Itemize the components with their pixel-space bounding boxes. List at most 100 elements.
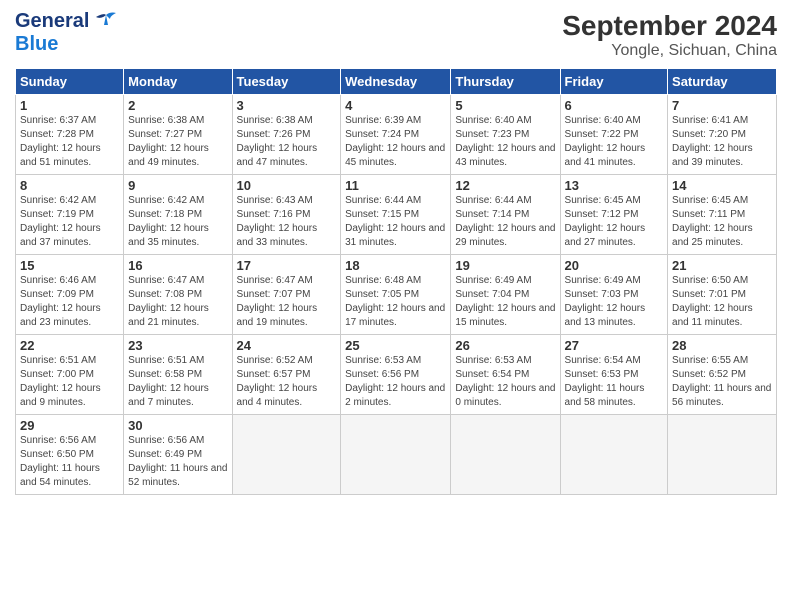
logo-general: General bbox=[15, 10, 89, 33]
day-info: Sunrise: 6:44 AMSunset: 7:15 PMDaylight:… bbox=[345, 195, 445, 248]
day-info: Sunrise: 6:39 AMSunset: 7:24 PMDaylight:… bbox=[345, 115, 445, 168]
table-row: 9 Sunrise: 6:42 AMSunset: 7:18 PMDayligh… bbox=[124, 175, 232, 255]
calendar-subtitle: Yongle, Sichuan, China bbox=[562, 42, 777, 60]
day-number: 5 bbox=[455, 98, 555, 113]
day-number: 10 bbox=[237, 178, 337, 193]
table-row: 27 Sunrise: 6:54 AMSunset: 6:53 PMDaylig… bbox=[560, 335, 668, 415]
col-monday: Monday bbox=[124, 69, 232, 95]
day-info: Sunrise: 6:40 AMSunset: 7:22 PMDaylight:… bbox=[565, 115, 646, 168]
day-info: Sunrise: 6:44 AMSunset: 7:14 PMDaylight:… bbox=[455, 195, 555, 248]
table-row: 26 Sunrise: 6:53 AMSunset: 6:54 PMDaylig… bbox=[451, 335, 560, 415]
day-number: 9 bbox=[128, 178, 227, 193]
day-info: Sunrise: 6:46 AMSunset: 7:09 PMDaylight:… bbox=[20, 275, 101, 328]
day-number: 14 bbox=[672, 178, 772, 193]
table-row: 7 Sunrise: 6:41 AMSunset: 7:20 PMDayligh… bbox=[668, 95, 777, 175]
day-number: 18 bbox=[345, 258, 446, 273]
day-number: 3 bbox=[237, 98, 337, 113]
day-info: Sunrise: 6:53 AMSunset: 6:56 PMDaylight:… bbox=[345, 355, 445, 408]
calendar-table: Sunday Monday Tuesday Wednesday Thursday… bbox=[15, 68, 777, 495]
table-row bbox=[232, 415, 341, 495]
table-row: 21 Sunrise: 6:50 AMSunset: 7:01 PMDaylig… bbox=[668, 255, 777, 335]
day-number: 17 bbox=[237, 258, 337, 273]
day-number: 12 bbox=[455, 178, 555, 193]
logo-line: General bbox=[15, 10, 120, 33]
day-info: Sunrise: 6:45 AMSunset: 7:11 PMDaylight:… bbox=[672, 195, 753, 248]
table-row: 19 Sunrise: 6:49 AMSunset: 7:04 PMDaylig… bbox=[451, 255, 560, 335]
table-row: 30 Sunrise: 6:56 AMSunset: 6:49 PMDaylig… bbox=[124, 415, 232, 495]
day-info: Sunrise: 6:52 AMSunset: 6:57 PMDaylight:… bbox=[237, 355, 318, 408]
day-number: 22 bbox=[20, 338, 119, 353]
day-info: Sunrise: 6:42 AMSunset: 7:19 PMDaylight:… bbox=[20, 195, 101, 248]
day-number: 28 bbox=[672, 338, 772, 353]
logo-blue: Blue bbox=[15, 33, 58, 55]
day-number: 26 bbox=[455, 338, 555, 353]
col-wednesday: Wednesday bbox=[341, 69, 451, 95]
day-info: Sunrise: 6:55 AMSunset: 6:52 PMDaylight:… bbox=[672, 355, 771, 408]
day-info: Sunrise: 6:45 AMSunset: 7:12 PMDaylight:… bbox=[565, 195, 646, 248]
day-info: Sunrise: 6:47 AMSunset: 7:07 PMDaylight:… bbox=[237, 275, 318, 328]
table-row: 8 Sunrise: 6:42 AMSunset: 7:19 PMDayligh… bbox=[16, 175, 124, 255]
day-info: Sunrise: 6:56 AMSunset: 6:49 PMDaylight:… bbox=[128, 435, 227, 488]
day-info: Sunrise: 6:51 AMSunset: 6:58 PMDaylight:… bbox=[128, 355, 209, 408]
page: General Blue September 2024 Yongle, Sich… bbox=[0, 0, 792, 612]
day-number: 15 bbox=[20, 258, 119, 273]
day-number: 16 bbox=[128, 258, 227, 273]
day-number: 23 bbox=[128, 338, 227, 353]
day-number: 7 bbox=[672, 98, 772, 113]
day-info: Sunrise: 6:38 AMSunset: 7:27 PMDaylight:… bbox=[128, 115, 209, 168]
day-number: 2 bbox=[128, 98, 227, 113]
week-row-5: 29 Sunrise: 6:56 AMSunset: 6:50 PMDaylig… bbox=[16, 415, 777, 495]
col-friday: Friday bbox=[560, 69, 668, 95]
col-tuesday: Tuesday bbox=[232, 69, 341, 95]
table-row: 28 Sunrise: 6:55 AMSunset: 6:52 PMDaylig… bbox=[668, 335, 777, 415]
table-row: 16 Sunrise: 6:47 AMSunset: 7:08 PMDaylig… bbox=[124, 255, 232, 335]
day-info: Sunrise: 6:53 AMSunset: 6:54 PMDaylight:… bbox=[455, 355, 555, 408]
day-number: 4 bbox=[345, 98, 446, 113]
day-info: Sunrise: 6:47 AMSunset: 7:08 PMDaylight:… bbox=[128, 275, 209, 328]
day-number: 24 bbox=[237, 338, 337, 353]
table-row: 14 Sunrise: 6:45 AMSunset: 7:11 PMDaylig… bbox=[668, 175, 777, 255]
col-saturday: Saturday bbox=[668, 69, 777, 95]
logo: General Blue bbox=[15, 10, 120, 56]
col-thursday: Thursday bbox=[451, 69, 560, 95]
table-row: 20 Sunrise: 6:49 AMSunset: 7:03 PMDaylig… bbox=[560, 255, 668, 335]
table-row: 18 Sunrise: 6:48 AMSunset: 7:05 PMDaylig… bbox=[341, 255, 451, 335]
logo-bird-icon bbox=[92, 11, 120, 33]
table-row: 2 Sunrise: 6:38 AMSunset: 7:27 PMDayligh… bbox=[124, 95, 232, 175]
table-row: 5 Sunrise: 6:40 AMSunset: 7:23 PMDayligh… bbox=[451, 95, 560, 175]
col-sunday: Sunday bbox=[16, 69, 124, 95]
table-row: 13 Sunrise: 6:45 AMSunset: 7:12 PMDaylig… bbox=[560, 175, 668, 255]
table-row: 12 Sunrise: 6:44 AMSunset: 7:14 PMDaylig… bbox=[451, 175, 560, 255]
day-info: Sunrise: 6:49 AMSunset: 7:04 PMDaylight:… bbox=[455, 275, 555, 328]
day-number: 27 bbox=[565, 338, 664, 353]
week-row-4: 22 Sunrise: 6:51 AMSunset: 7:00 PMDaylig… bbox=[16, 335, 777, 415]
day-number: 25 bbox=[345, 338, 446, 353]
table-row: 24 Sunrise: 6:52 AMSunset: 6:57 PMDaylig… bbox=[232, 335, 341, 415]
logo-blue-text: Blue bbox=[15, 33, 58, 56]
day-info: Sunrise: 6:38 AMSunset: 7:26 PMDaylight:… bbox=[237, 115, 318, 168]
week-row-3: 15 Sunrise: 6:46 AMSunset: 7:09 PMDaylig… bbox=[16, 255, 777, 335]
day-number: 6 bbox=[565, 98, 664, 113]
day-info: Sunrise: 6:49 AMSunset: 7:03 PMDaylight:… bbox=[565, 275, 646, 328]
day-number: 19 bbox=[455, 258, 555, 273]
day-info: Sunrise: 6:42 AMSunset: 7:18 PMDaylight:… bbox=[128, 195, 209, 248]
day-info: Sunrise: 6:56 AMSunset: 6:50 PMDaylight:… bbox=[20, 435, 100, 488]
day-number: 1 bbox=[20, 98, 119, 113]
day-number: 20 bbox=[565, 258, 664, 273]
table-row: 25 Sunrise: 6:53 AMSunset: 6:56 PMDaylig… bbox=[341, 335, 451, 415]
calendar-title: September 2024 bbox=[562, 10, 777, 42]
table-row: 4 Sunrise: 6:39 AMSunset: 7:24 PMDayligh… bbox=[341, 95, 451, 175]
table-row bbox=[341, 415, 451, 495]
table-row: 3 Sunrise: 6:38 AMSunset: 7:26 PMDayligh… bbox=[232, 95, 341, 175]
table-row: 22 Sunrise: 6:51 AMSunset: 7:00 PMDaylig… bbox=[16, 335, 124, 415]
day-info: Sunrise: 6:43 AMSunset: 7:16 PMDaylight:… bbox=[237, 195, 318, 248]
table-row bbox=[668, 415, 777, 495]
day-number: 8 bbox=[20, 178, 119, 193]
day-info: Sunrise: 6:54 AMSunset: 6:53 PMDaylight:… bbox=[565, 355, 645, 408]
day-number: 13 bbox=[565, 178, 664, 193]
table-row bbox=[451, 415, 560, 495]
day-info: Sunrise: 6:51 AMSunset: 7:00 PMDaylight:… bbox=[20, 355, 101, 408]
day-info: Sunrise: 6:50 AMSunset: 7:01 PMDaylight:… bbox=[672, 275, 753, 328]
day-info: Sunrise: 6:37 AMSunset: 7:28 PMDaylight:… bbox=[20, 115, 101, 168]
table-row: 6 Sunrise: 6:40 AMSunset: 7:22 PMDayligh… bbox=[560, 95, 668, 175]
